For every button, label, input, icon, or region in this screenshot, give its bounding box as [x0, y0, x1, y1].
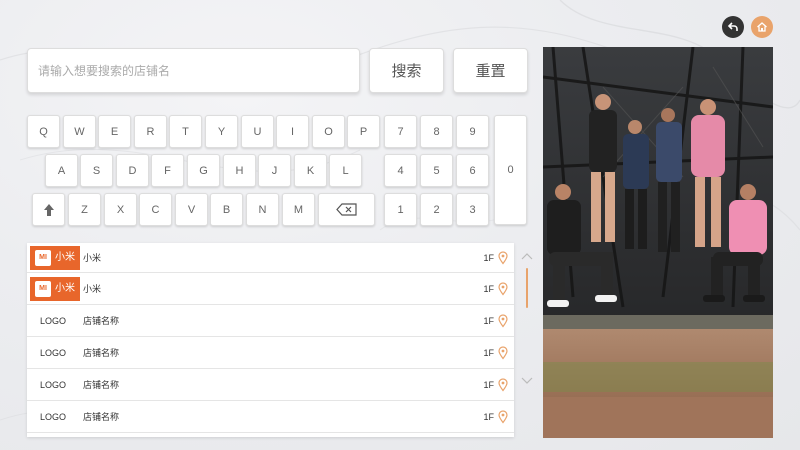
store-floor: 1F	[483, 252, 494, 263]
shift-up-icon	[43, 203, 54, 216]
mi-logo-mark: MI	[35, 280, 51, 297]
store-name: 店铺名称	[83, 317, 120, 327]
key-9[interactable]: 9	[456, 115, 489, 148]
group-photo-image	[543, 47, 773, 438]
key-1[interactable]: 1	[384, 193, 417, 226]
list-item[interactable]: LOGO 店铺名称 1F	[27, 369, 514, 401]
store-logo-text: LOGO	[40, 315, 67, 326]
delete-key[interactable]	[318, 193, 375, 226]
key-l[interactable]: L	[329, 154, 362, 187]
home-icon	[757, 22, 767, 32]
key-j[interactable]: J	[258, 154, 291, 187]
store-list: MI 小米 小米 1F MI 小米 小米 1F LOGO 店铺名称 1F LOG…	[27, 243, 514, 437]
key-q[interactable]: Q	[27, 115, 60, 148]
key-6[interactable]: 6	[456, 154, 489, 187]
store-logo: MI 小米	[30, 276, 80, 301]
key-n[interactable]: N	[246, 193, 279, 226]
list-item[interactable]: MI 小米 小米 1F	[27, 243, 514, 273]
backspace-icon	[335, 203, 357, 216]
key-3[interactable]: 3	[456, 193, 489, 226]
store-floor: 1F	[483, 411, 494, 422]
key-h[interactable]: H	[223, 154, 256, 187]
store-logo-text: LOGO	[40, 347, 67, 358]
search-button[interactable]: 搜索	[369, 48, 444, 93]
search-placeholder: 请输入想要搜索的店铺名	[38, 64, 171, 78]
list-item[interactable]: MI 小米 小米 1F	[27, 273, 514, 305]
store-floor: 1F	[483, 347, 494, 358]
key-s[interactable]: S	[80, 154, 113, 187]
location-pin-icon	[498, 410, 508, 423]
key-e[interactable]: E	[98, 115, 131, 148]
key-8[interactable]: 8	[420, 115, 453, 148]
key-y[interactable]: Y	[205, 115, 238, 148]
shift-key[interactable]	[32, 193, 65, 226]
store-floor: 1F	[483, 315, 494, 326]
key-f[interactable]: F	[151, 154, 184, 187]
store-name: 小米	[83, 254, 102, 264]
location-pin-icon	[498, 282, 508, 295]
back-arrow-icon	[727, 22, 738, 31]
back-button[interactable]	[722, 16, 744, 38]
key-v[interactable]: V	[175, 193, 208, 226]
location-pin-icon	[498, 378, 508, 391]
store-floor: 1F	[483, 283, 494, 294]
key-m[interactable]: M	[282, 193, 315, 226]
key-d[interactable]: D	[116, 154, 149, 187]
key-k[interactable]: K	[294, 154, 327, 187]
store-name: 小米	[83, 285, 102, 295]
key-z[interactable]: Z	[68, 193, 101, 226]
key-x[interactable]: X	[104, 193, 137, 226]
key-g[interactable]: G	[187, 154, 220, 187]
key-0[interactable]: 0	[494, 115, 527, 225]
key-i[interactable]: I	[276, 115, 309, 148]
home-button[interactable]	[751, 16, 773, 38]
store-name: 店铺名称	[83, 413, 120, 423]
mi-logo-mark: MI	[35, 249, 51, 266]
key-t[interactable]: T	[169, 115, 202, 148]
store-logo-text: LOGO	[40, 379, 67, 390]
key-2[interactable]: 2	[420, 193, 453, 226]
key-r[interactable]: R	[134, 115, 167, 148]
key-w[interactable]: W	[63, 115, 96, 148]
store-logo-text: LOGO	[40, 411, 67, 422]
store-name: 店铺名称	[83, 381, 120, 391]
location-pin-icon	[498, 346, 508, 359]
key-5[interactable]: 5	[420, 154, 453, 187]
list-item[interactable]: LOGO 店铺名称 1F	[27, 401, 514, 433]
reset-button[interactable]: 重置	[453, 48, 528, 93]
list-item[interactable]: LOGO 店铺名称 1F	[27, 337, 514, 369]
chevron-down-icon[interactable]	[521, 377, 533, 385]
key-b[interactable]: B	[210, 193, 243, 226]
location-pin-icon	[498, 251, 508, 264]
key-a[interactable]: A	[45, 154, 78, 187]
store-name: 店铺名称	[83, 349, 120, 359]
store-logo-text: 小米	[55, 251, 75, 263]
store-search-input[interactable]: 请输入想要搜索的店铺名	[27, 48, 360, 93]
scrollbar-thumb[interactable]	[526, 268, 528, 308]
key-o[interactable]: O	[312, 115, 345, 148]
store-floor: 1F	[483, 379, 494, 390]
promo-photo	[543, 47, 773, 438]
key-u[interactable]: U	[241, 115, 274, 148]
location-pin-icon	[498, 314, 508, 327]
key-7[interactable]: 7	[384, 115, 417, 148]
store-logo-text: 小米	[55, 282, 75, 294]
key-4[interactable]: 4	[384, 154, 417, 187]
chevron-up-icon[interactable]	[521, 252, 533, 260]
list-item[interactable]: LOGO 店铺名称 1F	[27, 305, 514, 337]
key-p[interactable]: P	[347, 115, 380, 148]
store-logo: MI 小米	[30, 245, 80, 270]
key-c[interactable]: C	[139, 193, 172, 226]
